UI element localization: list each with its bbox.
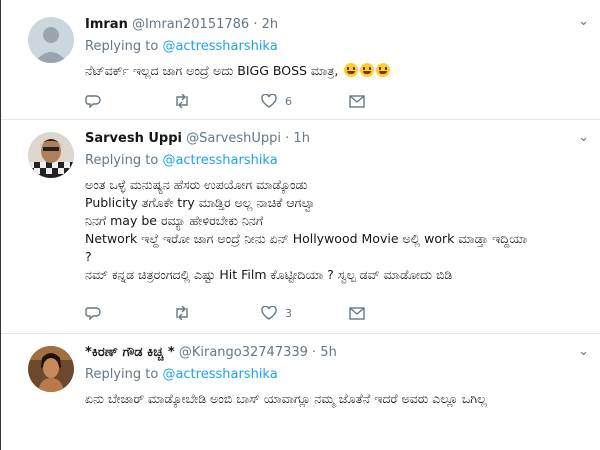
tweet-line: ಏನು ಬೇಜಾರ್ ಮಾಡ್ಕೋಬೇಡಿ ಅಂಬಿ ಬಾಸ್ ಯಾವಾಗ್ಲೂ… — [85, 391, 487, 406]
dm-button[interactable] — [349, 306, 437, 320]
avatar-kiran[interactable] — [28, 346, 74, 392]
tweet-actions: 3 — [85, 306, 437, 320]
mention-link[interactable]: @actressharshika — [162, 367, 277, 382]
chevron-down-icon[interactable]: ⌄ — [578, 344, 589, 359]
user-handle[interactable]: @Kirango32747339 — [179, 345, 308, 360]
replying-to: Replying to @actressharshika — [85, 39, 278, 54]
tweet-line: ನಿನಗೆ may be ರಮ್ಯಾ ಹೇಳಿರಬೇಕು ನಿನಗೆ — [85, 213, 264, 228]
tweet-line: ನಮ್ ಕನ್ನಡ ಚಿತ್ರರಂಗದಲ್ಲಿ ಎಷ್ಟು Hit Film ಕ… — [85, 267, 453, 282]
chevron-down-icon[interactable]: ⌄ — [578, 14, 589, 29]
chevron-down-icon[interactable]: ⌄ — [578, 130, 589, 145]
timestamp[interactable]: · 2h — [253, 17, 278, 32]
default-avatar-icon — [28, 17, 74, 63]
tweet-line: ಅಂತ ಒಳ್ಳೆ ಮನುಷ್ಯನ ಹೆಸರು ಉಪಯೋಗ ಮಾಡ್ಕೊಂಡು — [85, 177, 308, 192]
reply-button[interactable] — [85, 94, 173, 108]
mail-icon — [349, 306, 365, 320]
grinning-face-emoji-icon — [344, 63, 359, 77]
timestamp[interactable]: · 1h — [285, 131, 310, 146]
tweet-kiran[interactable]: *ಕಿರಣ್ ಗೌಡ ಕಿಚ್ಚ * @Kirango32747339 · 5h… — [1, 334, 600, 450]
tweet-actions: 6 — [85, 94, 437, 108]
reply-icon — [85, 307, 101, 320]
user-handle[interactable]: @SarveshUppi — [186, 131, 281, 146]
display-name[interactable]: Imran — [85, 17, 128, 32]
grinning-face-emoji-icon — [360, 63, 375, 77]
mention-link[interactable]: @actressharshika — [162, 153, 277, 168]
tweet-text: ನೆಟ್‌ವರ್ಕ್ ಇಲ್ಲದ ಜಾಗ ಅಂದ್ರೆ ಅದು BIGG BOS… — [85, 62, 591, 80]
tweet-text: ಏನು ಬೇಜಾರ್ ಮಾಡ್ಕೋಬೇಡಿ ಅಂಬಿ ಬಾಸ್ ಯಾವಾಗ್ಲೂ… — [85, 390, 591, 408]
replying-to: Replying to @actressharshika — [85, 153, 278, 168]
retweet-button[interactable] — [173, 94, 261, 108]
display-name[interactable]: *ಕಿರಣ್ ಗೌಡ ಕಿಚ್ಚ * — [85, 345, 175, 360]
replying-to: Replying to @actressharshika — [85, 367, 278, 382]
tweet-line: ನೆಟ್‌ವರ್ಕ್ ಇಲ್ಲದ ಜಾಗ ಅಂದ್ರೆ ಅದು BIGG BOS… — [85, 63, 335, 78]
retweet-icon — [176, 306, 188, 320]
avatar-sarvesh[interactable] — [28, 132, 74, 178]
tweet-sarvesh[interactable]: Sarvesh Uppi @SarveshUppi · 1h Replying … — [1, 120, 600, 334]
avatar-default[interactable] — [28, 17, 74, 63]
like-button[interactable]: 3 — [261, 306, 349, 320]
user-handle[interactable]: @Imran20151786 — [132, 17, 249, 32]
retweet-icon — [176, 94, 188, 108]
reply-button[interactable] — [85, 306, 173, 320]
tweet-header: *ಕಿರಣ್ ಗೌಡ ಕಿಚ್ಚ * @Kirango32747339 · 5h — [85, 344, 591, 362]
mail-icon — [349, 94, 365, 108]
profile-photo-icon — [28, 346, 74, 392]
retweet-button[interactable] — [173, 306, 261, 320]
grinning-face-emoji-icon — [376, 63, 391, 77]
heart-icon — [261, 306, 277, 320]
like-button[interactable]: 6 — [261, 94, 349, 108]
profile-photo-icon — [28, 132, 74, 178]
like-count: 3 — [285, 306, 292, 320]
reply-thread: Imran @Imran20151786 · 2h Replying to @a… — [0, 0, 600, 450]
tweet-text: ಅಂತ ಒಳ್ಳೆ ಮನುಷ್ಯನ ಹೆಸರು ಉಪಯೋಗ ಮಾಡ್ಕೊಂಡು … — [85, 176, 591, 284]
tweet-imran[interactable]: Imran @Imran20151786 · 2h Replying to @a… — [1, 0, 600, 120]
display-name[interactable]: Sarvesh Uppi — [85, 131, 182, 146]
reply-icon — [85, 95, 101, 108]
tweet-line: Network ಇಲ್ದೆ ಇರೋ ಜಾಗ ಅಂದ್ರೆ ನೀನು ಏನ್ Ho… — [85, 231, 528, 246]
tweet-line: Publicity ತಗೊಕೇ try ಮಾಡ್ತಿರ ಅಲ್ಲ ನಾಚಿಕೆ … — [85, 195, 316, 210]
mention-link[interactable]: @actressharshika — [162, 39, 277, 54]
heart-icon — [261, 94, 277, 108]
dm-button[interactable] — [349, 94, 437, 108]
tweet-header: Imran @Imran20151786 · 2h — [85, 16, 591, 34]
timestamp[interactable]: · 5h — [312, 345, 337, 360]
tweet-header: Sarvesh Uppi @SarveshUppi · 1h — [85, 130, 591, 148]
tweet-line: ? — [85, 249, 92, 264]
like-count: 6 — [285, 94, 292, 108]
